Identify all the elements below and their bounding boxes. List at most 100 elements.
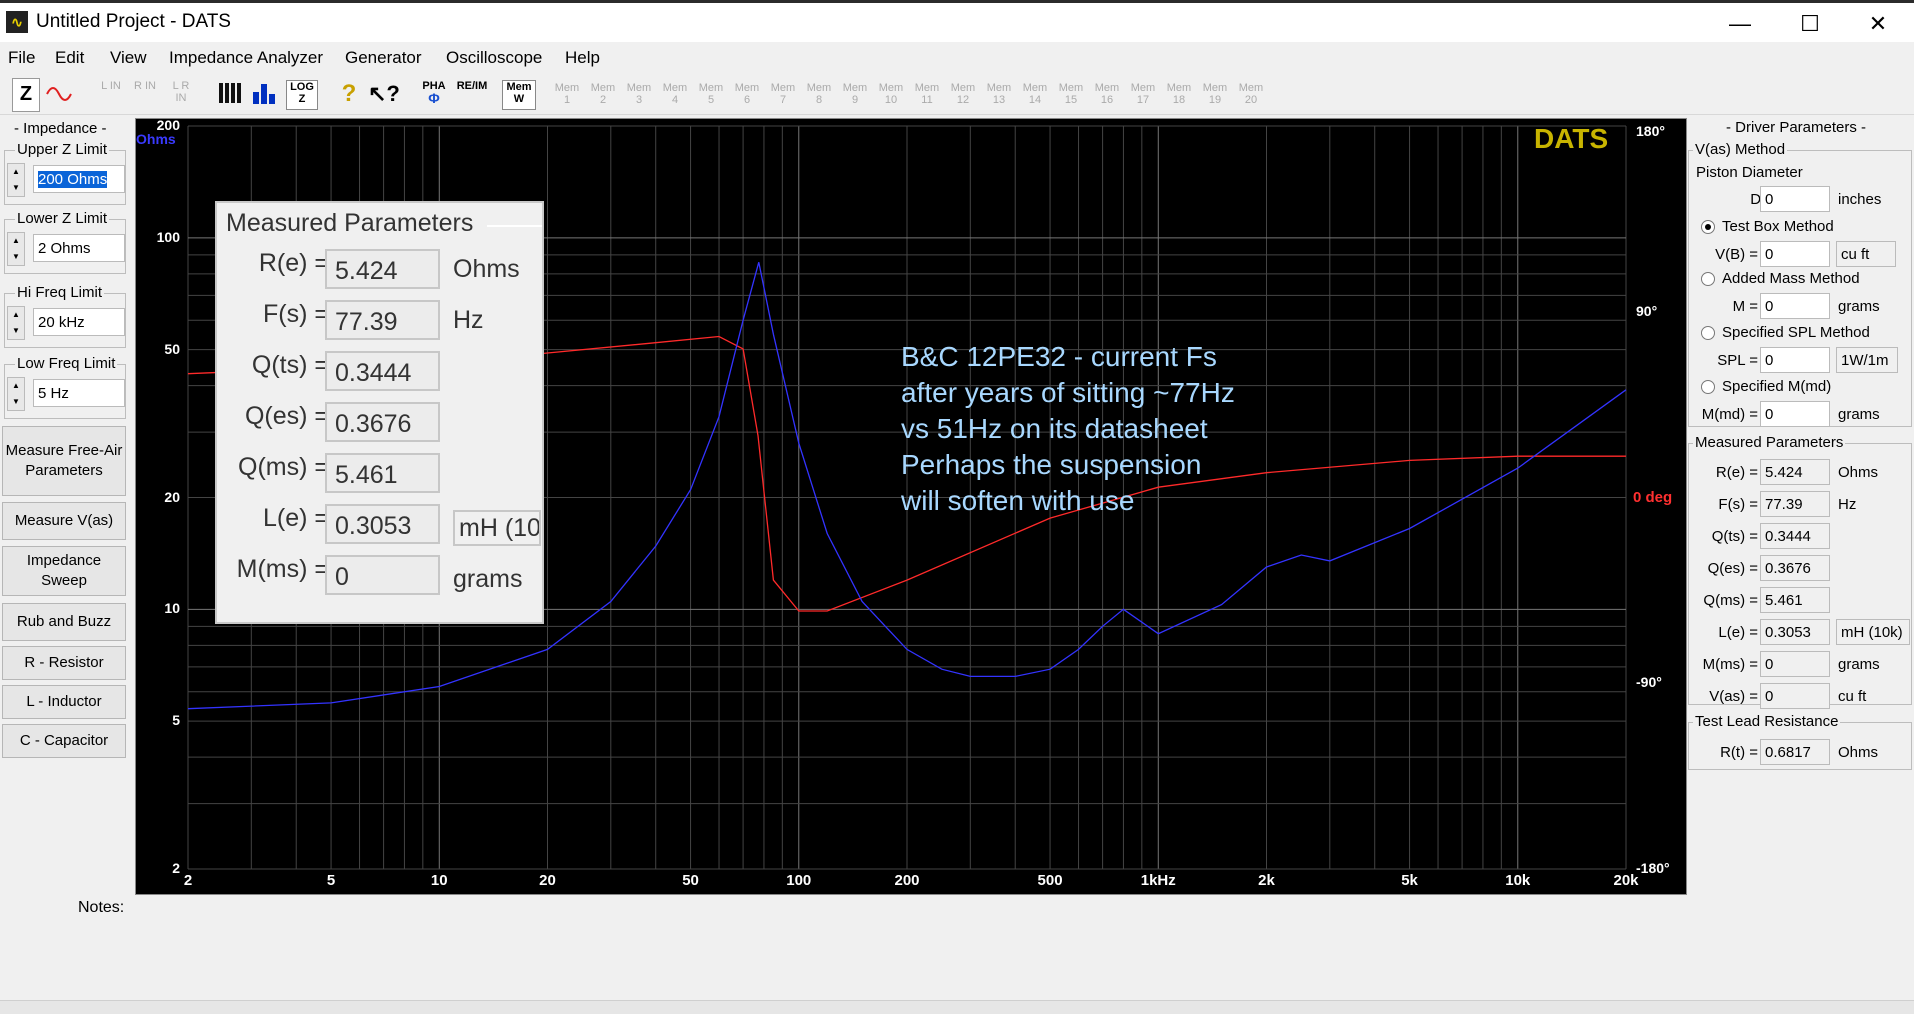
l-in-button[interactable]: L IN (98, 80, 124, 108)
mem-slot-button[interactable]: Mem 4 (660, 82, 690, 108)
mem-slot-number: 9 (851, 94, 859, 106)
right-param-unit: cu ft (1838, 688, 1867, 705)
help-icon[interactable]: ? (336, 80, 362, 108)
menu-oscilloscope[interactable]: Oscilloscope (446, 48, 542, 68)
menu-impedance-analyzer[interactable]: Impedance Analyzer (169, 48, 323, 68)
context-help-icon[interactable]: ↖? (368, 80, 400, 108)
mem-slot-button[interactable]: Mem 8 (804, 82, 834, 108)
spl-input[interactable]: 0 (1760, 347, 1830, 373)
annotation-text: B&C 12PE32 - current Fs after years of s… (901, 339, 1235, 519)
m-input[interactable]: 0 (1760, 293, 1830, 319)
right-param-value: 0.3053 (1760, 619, 1830, 645)
phase-button[interactable]: PHA Φ (418, 80, 450, 108)
mem-slot-button[interactable]: Mem 11 (912, 82, 942, 108)
mem-slot-button[interactable]: Mem 5 (696, 82, 726, 108)
r-in-button[interactable]: R IN (132, 80, 158, 108)
resistor-button[interactable]: R - Resistor (2, 646, 126, 680)
dats-app-icon[interactable]: ∿ (6, 11, 28, 33)
specified-mmd-label: Specified M(md) (1722, 378, 1832, 395)
mem-slot-button[interactable]: Mem 10 (876, 82, 906, 108)
sine-wave-icon[interactable] (44, 80, 76, 108)
capacitor-button[interactable]: C - Capacitor (2, 724, 126, 758)
lower-z-spinner[interactable]: ▲ ▼ (7, 232, 25, 266)
mem-slot-button[interactable]: Mem 18 (1164, 82, 1194, 108)
specified-spl-radio[interactable] (1701, 326, 1715, 340)
test-box-radio[interactable] (1701, 220, 1715, 234)
impedance-sweep-button[interactable]: Impedance Sweep (2, 546, 126, 596)
y-tick-label: 200 (156, 117, 180, 133)
hi-freq-group: Hi Freq Limit ▲ ▼ 20 kHz (4, 284, 126, 348)
upper-z-input[interactable]: 200 Ohms (33, 165, 125, 193)
mem-slot-button[interactable]: Mem 20 (1236, 82, 1266, 108)
mem-slot-button[interactable]: Mem 16 (1092, 82, 1122, 108)
rub-and-buzz-button[interactable]: Rub and Buzz (2, 603, 126, 641)
x-tick-label: 5k (1401, 872, 1418, 889)
notes-area[interactable] (135, 896, 1687, 1000)
measure-free-air-button[interactable]: Measure Free-Air Parameters (2, 426, 126, 496)
lower-z-group: Lower Z Limit ▲ ▼ 2 Ohms (4, 210, 126, 274)
menu-edit[interactable]: Edit (55, 48, 84, 68)
right-param-unit: mH (10k) (1836, 619, 1910, 645)
mem-slot-button[interactable]: Mem 7 (768, 82, 798, 108)
mem-w-button[interactable]: Mem W (502, 80, 536, 110)
re-im-button[interactable]: RE/IM (456, 80, 488, 108)
mem-slot-prefix: Mem (1094, 82, 1120, 94)
hi-freq-input[interactable]: 20 kHz (33, 308, 125, 336)
x-tick-label: 500 (1037, 872, 1063, 889)
mem-slot-prefix: Mem (662, 82, 688, 94)
low-freq-spinner[interactable]: ▲ ▼ (7, 377, 25, 411)
mem-slot-number: 6 (743, 94, 751, 106)
x-tick-label: 200 (894, 872, 920, 889)
mem-slot-button[interactable]: Mem 14 (1020, 82, 1050, 108)
vb-input[interactable]: 0 (1760, 241, 1830, 267)
hi-freq-spinner[interactable]: ▲ ▼ (7, 306, 25, 340)
mem-slot-prefix: Mem (950, 82, 976, 94)
d-unit: inches (1838, 191, 1882, 208)
mem-slot-prefix: Mem (1202, 82, 1228, 94)
right-param-name: L(e) = (1718, 624, 1758, 641)
maximize-button[interactable]: ☐ (1780, 7, 1840, 41)
mem-slot-number: 18 (1172, 94, 1186, 106)
mem-slot-number: 14 (1028, 94, 1042, 106)
inset-value: 0.3444 (325, 351, 440, 391)
specified-mmd-radio[interactable] (1701, 380, 1715, 394)
x-tick-label: 2 (183, 872, 193, 889)
piano-keys-icon[interactable] (216, 80, 246, 108)
mem-slot-button[interactable]: Mem 19 (1200, 82, 1230, 108)
added-mass-radio[interactable] (1701, 272, 1715, 286)
mem-slot-button[interactable]: Mem 9 (840, 82, 870, 108)
mem-slot-button[interactable]: Mem 15 (1056, 82, 1086, 108)
mem-slot-button[interactable]: Mem 12 (948, 82, 978, 108)
menu-help[interactable]: Help (565, 48, 600, 68)
annotation-line: B&C 12PE32 - current Fs (901, 341, 1217, 372)
impedance-mode-button[interactable]: Z (12, 78, 40, 112)
test-lead-title: Test Lead Resistance (1693, 713, 1841, 730)
lr-in-button[interactable]: L R IN (166, 80, 196, 108)
measure-vas-button[interactable]: Measure V(as) (2, 502, 126, 540)
mem-slot-button[interactable]: Mem 1 (552, 82, 582, 108)
mmd-input[interactable]: 0 (1760, 401, 1830, 427)
piston-diameter-input[interactable]: 0 (1760, 186, 1830, 212)
mem-slot-button[interactable]: Mem 6 (732, 82, 762, 108)
low-freq-input[interactable]: 5 Hz (33, 379, 125, 407)
minimize-button[interactable]: — (1710, 7, 1770, 41)
specified-spl-label: Specified SPL Method (1722, 324, 1870, 341)
mem-slot-button[interactable]: Mem 2 (588, 82, 618, 108)
mem-slot-button[interactable]: Mem 13 (984, 82, 1014, 108)
mem-slot-button[interactable]: Mem 17 (1128, 82, 1158, 108)
mem-slot-number: 17 (1136, 94, 1150, 106)
mem-slot-button[interactable]: Mem 3 (624, 82, 654, 108)
mem-slot-prefix: Mem (986, 82, 1012, 94)
menu-generator[interactable]: Generator (345, 48, 422, 68)
menu-view[interactable]: View (110, 48, 147, 68)
log-z-button[interactable]: LOG Z (286, 80, 318, 110)
x-tick-label: 100 (786, 872, 812, 889)
upper-z-spinner[interactable]: ▲ ▼ (7, 163, 25, 197)
inductor-button[interactable]: L - Inductor (2, 685, 126, 719)
lower-z-input[interactable]: 2 Ohms (33, 234, 125, 262)
close-button[interactable]: ✕ (1848, 7, 1908, 41)
inset-name: L(e) = (262, 504, 329, 532)
menu-file[interactable]: File (8, 48, 35, 68)
bar-graph-icon[interactable] (250, 80, 280, 108)
y-unit-label: Ohms (136, 131, 176, 147)
